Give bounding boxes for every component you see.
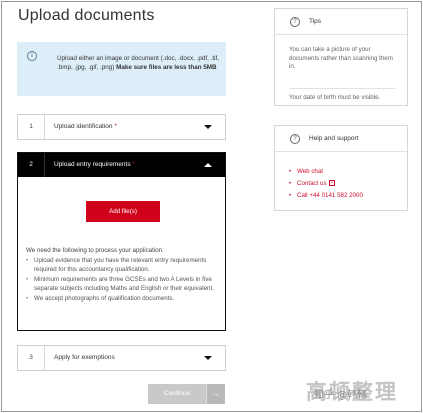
step-label: Upload identification * bbox=[54, 115, 117, 139]
info-box: i Upload either an image or document (.d… bbox=[17, 42, 226, 96]
tip-text: Your date of birth must be visible. bbox=[289, 94, 381, 101]
arrow-right-icon[interactable]: → bbox=[206, 384, 225, 404]
step-label: Apply for exemptions bbox=[54, 354, 115, 361]
continue-button[interactable]: Continue bbox=[148, 384, 206, 404]
step-number: 1 bbox=[18, 115, 45, 139]
tips-header: ? Tips bbox=[275, 9, 407, 35]
step-number: 3 bbox=[18, 346, 45, 370]
add-files-button[interactable]: Add file(s) bbox=[86, 201, 160, 222]
info-icon: i bbox=[27, 51, 37, 61]
help-links: Web chat Contact us↗ Call +44 0141 582 2… bbox=[289, 166, 363, 202]
step-number: 2 bbox=[18, 153, 45, 177]
continue-control[interactable]: Continue → bbox=[148, 384, 225, 404]
list-item: Upload evidence that you have the releva… bbox=[26, 257, 222, 274]
tips-title: Tips bbox=[309, 18, 322, 25]
chevron-up-icon[interactable] bbox=[204, 163, 212, 167]
watermark-sub: 知乎 @韩韩 bbox=[314, 390, 368, 401]
required-mark: * bbox=[132, 161, 135, 168]
divider bbox=[289, 88, 395, 89]
step-label-text: Upload identification bbox=[54, 123, 113, 130]
chevron-down-icon[interactable] bbox=[204, 125, 212, 129]
question-icon: ? bbox=[290, 134, 300, 144]
tip-text: You can take a picture of your documents… bbox=[289, 46, 393, 70]
list-item: We accept photographs of qualification d… bbox=[26, 295, 222, 304]
contact-us-link[interactable]: Contact us↗ bbox=[289, 178, 363, 190]
requirements-intro: We need the following to process your ap… bbox=[26, 247, 164, 254]
requirements-list: Upload evidence that you have the releva… bbox=[26, 257, 222, 306]
step-header[interactable]: 1 Upload identification * bbox=[18, 115, 225, 139]
contact-us-label[interactable]: Contact us bbox=[297, 180, 327, 187]
step-upload-entry-requirements: 2 Upload entry requirements * Add file(s… bbox=[17, 152, 226, 331]
step-label-text: Upload entry requirements bbox=[54, 161, 131, 168]
step-header[interactable]: 3 Apply for exemptions bbox=[18, 346, 225, 370]
help-title: Help and support bbox=[309, 135, 359, 142]
external-link-icon: ↗ bbox=[328, 180, 335, 187]
phone-link[interactable]: Call +44 0141 582 2000 bbox=[289, 190, 363, 202]
web-chat-link[interactable]: Web chat bbox=[289, 166, 363, 178]
lightbulb-icon: ? bbox=[290, 17, 300, 27]
step-upload-identification[interactable]: 1 Upload identification * bbox=[17, 114, 226, 140]
list-item: Minimum requirements are three GCSEs and… bbox=[26, 276, 222, 293]
step-header[interactable]: 2 Upload entry requirements * bbox=[18, 153, 225, 177]
info-text: Upload either an image or document (.doc… bbox=[57, 54, 222, 72]
tips-panel: ? Tips You can take a picture of your do… bbox=[274, 8, 408, 106]
step-label: Upload entry requirements * bbox=[54, 153, 135, 177]
step-apply-for-exemptions[interactable]: 3 Apply for exemptions bbox=[17, 345, 226, 371]
info-text-bold: Make sure files are less than 5MB bbox=[116, 64, 217, 71]
page-title: Upload documents bbox=[18, 7, 155, 24]
help-panel: ? Help and support Web chat Contact us↗ … bbox=[274, 125, 408, 211]
required-mark: * bbox=[114, 123, 117, 130]
help-header: ? Help and support bbox=[275, 126, 407, 152]
chevron-down-icon[interactable] bbox=[204, 356, 212, 360]
